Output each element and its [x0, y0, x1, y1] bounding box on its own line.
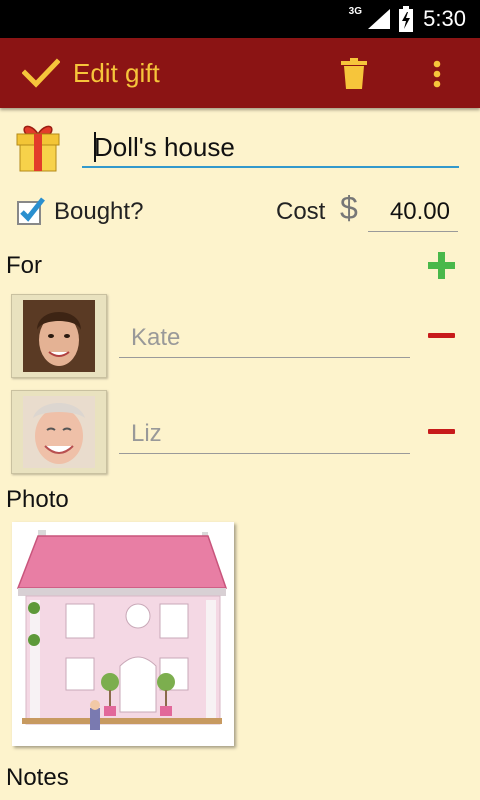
photo-label: Photo	[6, 486, 69, 513]
check-icon[interactable]	[22, 58, 60, 88]
gift-icon	[16, 125, 60, 172]
avatar-person-2[interactable]	[11, 390, 107, 474]
app-bar: Edit gift	[0, 38, 480, 108]
person-name-input-2[interactable]	[119, 414, 410, 454]
dollhouse-image	[16, 530, 228, 730]
clock: 5:30	[423, 6, 466, 31]
text-cursor	[94, 132, 96, 162]
trash-icon[interactable]	[341, 58, 367, 90]
page-title: Edit gift	[73, 58, 160, 88]
avatar-person-1[interactable]	[11, 294, 107, 378]
notes-label: Notes	[6, 764, 69, 791]
bought-label: Bought?	[54, 198, 144, 225]
signal-icon	[368, 9, 390, 29]
currency-symbol: $	[340, 190, 358, 226]
for-label: For	[6, 252, 42, 279]
person-name-input-1[interactable]	[119, 318, 410, 358]
overflow-menu-icon[interactable]	[432, 60, 442, 88]
status-bar: 3G 5:30	[0, 0, 480, 38]
bought-checkbox[interactable]	[16, 196, 46, 226]
battery-icon	[399, 6, 413, 32]
remove-person-icon[interactable]	[428, 429, 455, 434]
remove-person-icon[interactable]	[428, 333, 455, 338]
cost-label: Cost	[276, 198, 326, 225]
cost-input[interactable]	[368, 192, 458, 232]
network-type: 3G	[348, 6, 362, 17]
add-person-icon[interactable]	[428, 252, 455, 279]
person-photo-2	[23, 396, 95, 468]
gift-name-input[interactable]	[82, 128, 459, 168]
gift-photo[interactable]	[12, 522, 234, 746]
person-photo-1	[23, 300, 95, 372]
